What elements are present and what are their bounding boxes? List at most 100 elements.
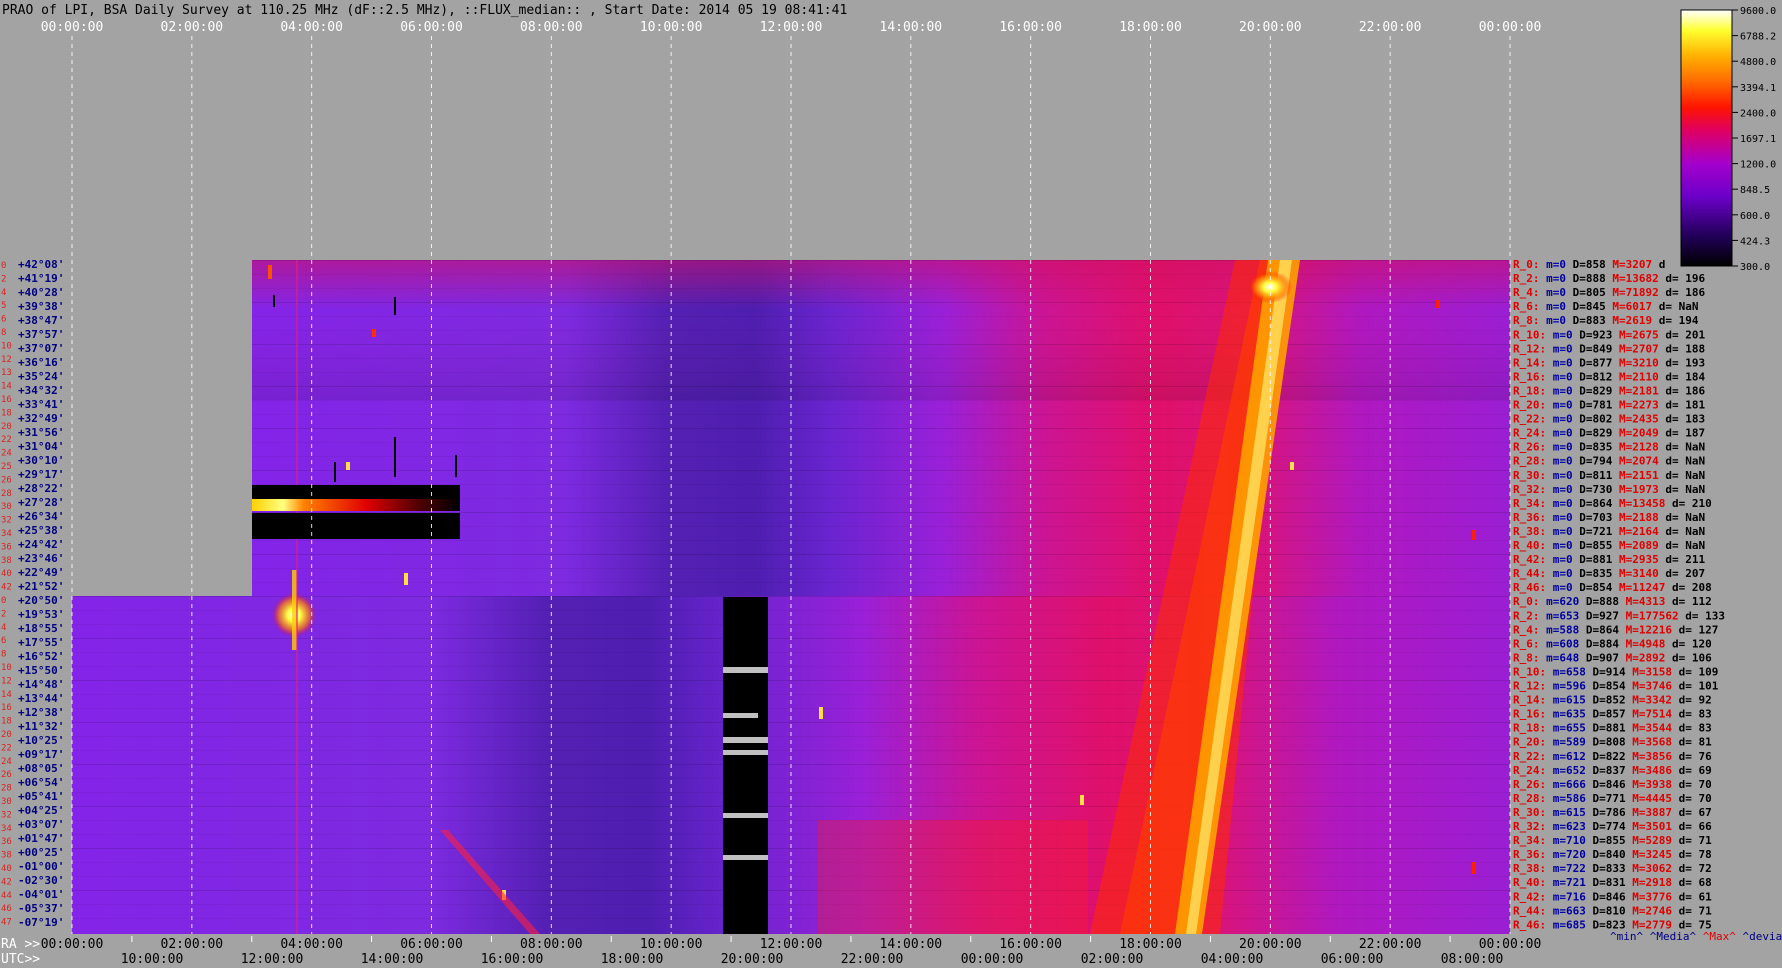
hot-pixel [346,462,350,470]
stats-median: D=883 [1573,314,1613,327]
stats-row-id: R_2: [1513,609,1546,622]
stats-row: R_16: m=635 D=857 M=7514 d= 83 [1513,708,1712,721]
stats-max: M=3342 [1632,694,1678,707]
declination-label: +12°38' [18,706,64,719]
gap-line-4 [723,750,768,755]
declination-label: -07°19' [18,916,64,929]
stats-row: R_38: m=0 D=721 M=2164 d= NaN [1513,525,1705,538]
stats-row: R_34: m=0 D=864 M=13458 d= 210 [1513,497,1712,510]
stripe [252,568,1510,569]
top-time-tick: 20:00:00 [1239,20,1302,35]
row-index-label: 46 [1,904,12,914]
row-index-label: 6 [1,315,6,325]
row-index-label: 4 [1,623,6,633]
stats-row: R_34: m=710 D=855 M=5289 d= 71 [1513,834,1712,847]
stats-row-id: R_8: [1513,651,1546,664]
stats-min: m=588 [1546,623,1586,636]
stats-footer-item: ^min^ [1610,930,1650,943]
stats-median: D=812 [1579,370,1619,383]
row-index-label: 32 [1,516,12,526]
stats-max: M=2435 [1619,413,1665,426]
colorbar-tick-label: 424.3 [1740,236,1770,247]
stats-row: R_32: m=0 D=730 M=1973 d= NaN [1513,483,1705,496]
stats-min: m=658 [1553,665,1593,678]
stats-row: R_20: m=0 D=781 M=2273 d= 181 [1513,399,1705,412]
stripe [252,442,1510,443]
stats-max: M=3746 [1632,680,1678,693]
row-index-label: 20 [1,730,12,740]
stats-median: D=852 [1593,694,1633,707]
stats-max: M=13682 [1612,272,1665,285]
declination-label: +32°49' [18,412,64,425]
declination-label: +05°41' [18,790,64,803]
stats-dev: d= 66 [1679,820,1712,833]
stats-row-id: R_26: [1513,778,1553,791]
row-index-label: 44 [1,891,12,901]
top-time-axis: 00:00:00 02:00:00 04:00:00 06:00:00 08:00:00… [41,20,1542,35]
stats-min: m=721 [1553,876,1593,889]
stats-dev: d= 69 [1679,764,1712,777]
stats-min: m=0 [1553,356,1580,369]
row-index-label: 10 [1,341,12,351]
row-index-label: 13 [1,368,12,378]
stats-row-id: R_8: [1513,314,1546,327]
row-index-label: 14 [1,690,12,700]
row-index-label: 18 [1,408,12,418]
data-gap-column [723,597,768,934]
row-index-label: 12 [1,355,12,365]
stats-row: R_22: m=612 D=822 M=3856 d= 76 [1513,750,1712,763]
rfi-spike [455,455,457,477]
row-index-label: 10 [1,663,12,673]
stats-row-id: R_20: [1513,736,1553,749]
stats-max: M=13458 [1619,497,1672,510]
row-index-label: 6 [1,636,6,646]
stats-median: D=840 [1593,848,1633,861]
top-time-tick: 06:00:00 [400,20,463,35]
stats-row-id: R_28: [1513,792,1553,805]
stats-row: R_8: m=0 D=883 M=2619 d= 194 [1513,314,1699,327]
stats-row-id: R_34: [1513,834,1553,847]
stats-dev: d= 186 [1665,384,1705,397]
declination-label: +26°34' [18,510,64,523]
stats-row-id: R_12: [1513,680,1553,693]
rfi-spike [334,462,336,482]
stripe [72,792,1510,793]
stats-row-id: R_10: [1513,665,1553,678]
gap-line-3 [723,737,768,743]
stats-footer-item: ^Media^ [1650,930,1703,943]
stats-max: M=5289 [1632,834,1678,847]
stats-dev: d= 67 [1679,806,1712,819]
stats-max: M=3776 [1632,890,1678,903]
stats-dev: d= 207 [1665,567,1705,580]
top-time-tick: 14:00:00 [880,20,943,35]
stats-dev: d= 120 [1672,637,1712,650]
colorbar-tick-label: 600.0 [1740,211,1770,222]
stats-median: D=721 [1579,525,1619,538]
stats-footer-item: ^devia^ [1742,930,1782,943]
stats-row-id: R_24: [1513,427,1553,440]
chart-title: PRAO of LPI, BSA Daily Survey at 110.25 … [2,3,847,18]
stats-max: M=2151 [1619,469,1665,482]
declination-label: -02°30' [18,874,64,887]
stats-row-id: R_38: [1513,525,1553,538]
stats-row: R_14: m=615 D=852 M=3342 d= 92 [1513,694,1712,707]
survey-plot: PRAO of LPI, BSA Daily Survey at 110.25 … [1,3,1782,967]
stats-row-id: R_46: [1513,581,1553,594]
declination-label: +03°07' [18,818,64,831]
stats-row-id: R_40: [1513,539,1553,552]
stats-median: D=864 [1586,623,1626,636]
stats-median: D=855 [1579,539,1619,552]
stats-min: m=655 [1553,722,1593,735]
stats-median: D=877 [1579,356,1619,369]
stats-max: M=2746 [1632,904,1678,917]
bottom-axes: RA >> 00:00:00 02:00:00 04:00:00 06:00:00 08:… [1,936,1541,967]
top-time-tick: 12:00:00 [760,20,823,35]
rfi-bar-1 [252,485,460,499]
declination-label: -01°00' [18,860,64,873]
stats-dev: d= 83 [1679,722,1712,735]
stats-min: m=653 [1546,609,1586,622]
stats-min: m=0 [1553,539,1580,552]
ra-axis-tick: 10:00:00 [640,937,703,952]
stats-max: M=1973 [1619,483,1665,496]
stats-median: D=854 [1593,680,1633,693]
